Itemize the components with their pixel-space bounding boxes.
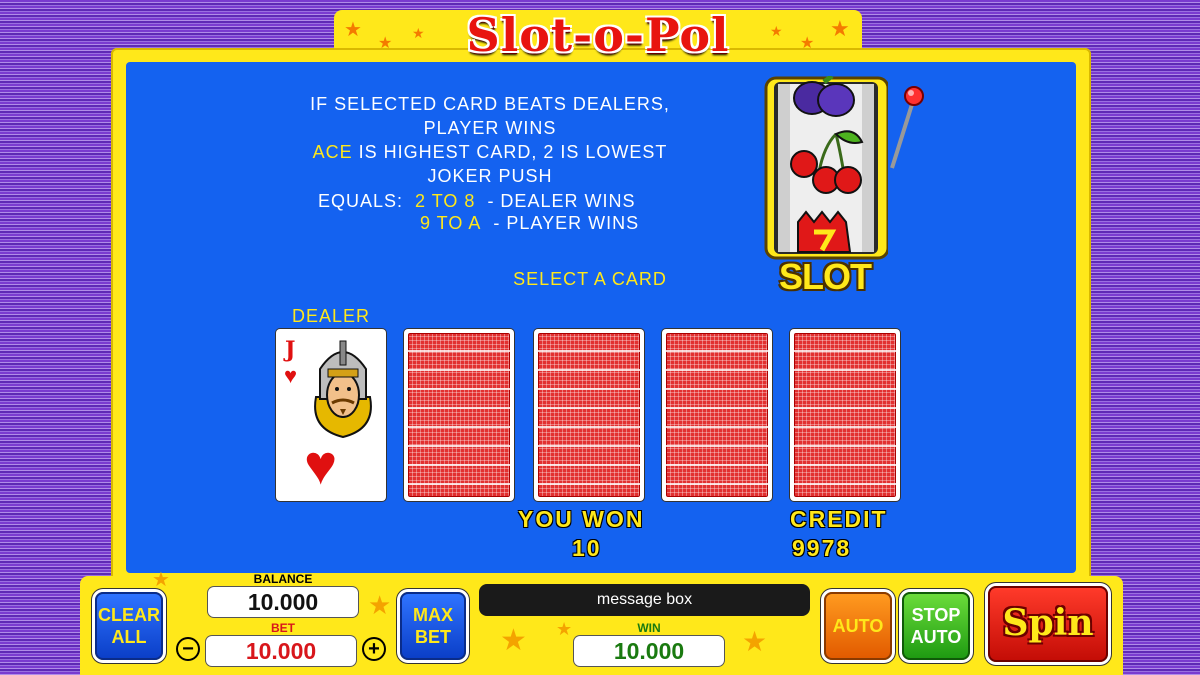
bet-label: BET (271, 621, 295, 635)
win-label: WIN (637, 621, 661, 635)
star-icon: ★ (152, 569, 170, 591)
max-bet-button[interactable]: MAX BET (400, 592, 466, 660)
equals-label: EQUALS: (318, 191, 404, 211)
dealer-label: DEALER (291, 306, 371, 326)
balance-field: 10.000 (208, 587, 358, 617)
equals-result-2: - PLAYER WINS (493, 213, 640, 233)
rules-line-1: IF SELECTED CARD BEATS DEALERS, (310, 94, 670, 114)
star-icon: ★ (800, 35, 815, 52)
equals-range-2: 9 TO A (420, 213, 482, 233)
lever-icon (890, 86, 924, 169)
star-icon: ★ (770, 23, 783, 39)
card-back-pattern (538, 333, 640, 497)
star-icon: ★ (412, 25, 425, 41)
credit-value: 9978 (792, 535, 852, 561)
star-icon: ★ (500, 624, 527, 657)
star-icon: ★ (344, 19, 362, 41)
equals-result-1: - DEALER WINS (487, 191, 636, 211)
jack-face-icon (314, 340, 372, 439)
credit-label: CREDIT (790, 506, 888, 532)
stop-auto-button[interactable]: STOP AUTO (902, 592, 970, 660)
you-won-label: YOU WON (518, 506, 645, 532)
clear-all-button[interactable]: CLEAR ALL (95, 592, 163, 660)
card-back-pattern (408, 333, 510, 497)
face-down-card-1[interactable] (404, 329, 514, 501)
balance-label: BALANCE (253, 572, 313, 586)
bet-field: 10.000 (206, 636, 356, 666)
card-back-pattern (666, 333, 768, 497)
rules-text: IF SELECTED CARD BEATS DEALERS, PLAYER W… (240, 92, 740, 188)
spin-button[interactable]: Spin (988, 586, 1108, 662)
select-card-prompt: SELECT A CARD (513, 269, 667, 289)
rules-line-4: JOKER PUSH (427, 166, 553, 186)
card-back-pattern (794, 333, 896, 497)
rules-ace-highlight: ACE (312, 142, 353, 162)
equals-range-1: 2 TO 8 (415, 191, 476, 211)
star-icon: ★ (742, 626, 768, 657)
dealer-card: J ♥ ♥ (276, 329, 386, 501)
face-down-card-4[interactable] (790, 329, 900, 501)
star-icon: ★ (830, 16, 850, 41)
rules-line-2: PLAYER WINS (423, 118, 557, 138)
slot-machine-icon (764, 76, 888, 260)
star-icon: ★ (378, 35, 393, 52)
dealer-card-rank: J (285, 337, 296, 363)
face-down-card-3[interactable] (662, 329, 772, 501)
face-down-card-2[interactable] (534, 329, 644, 501)
star-icon: ★ (556, 619, 573, 639)
message-box: message box (479, 584, 810, 616)
win-field: 10.000 (574, 636, 724, 666)
bet-increase-button[interactable]: + (362, 637, 386, 661)
rules-line-3-rest: IS HIGHEST CARD, 2 IS LOWEST (352, 142, 668, 162)
seven-icon (797, 210, 852, 253)
auto-button[interactable]: AUTO (824, 592, 892, 660)
bet-decrease-button[interactable]: − (176, 637, 200, 661)
equals-rules: EQUALS: 2 TO 8 - DEALER WINS 9 TO A - PL… (318, 190, 639, 234)
you-won-value: 10 (572, 535, 602, 561)
dealer-card-suit-big: ♥ (304, 433, 338, 496)
rules-line-3: ACE IS HIGHEST CARD, 2 IS LOWEST (240, 140, 740, 164)
star-icon: ★ (368, 590, 392, 620)
slot-logo: SLOT (779, 256, 872, 297)
dealer-card-suit-small: ♥ (284, 363, 298, 388)
